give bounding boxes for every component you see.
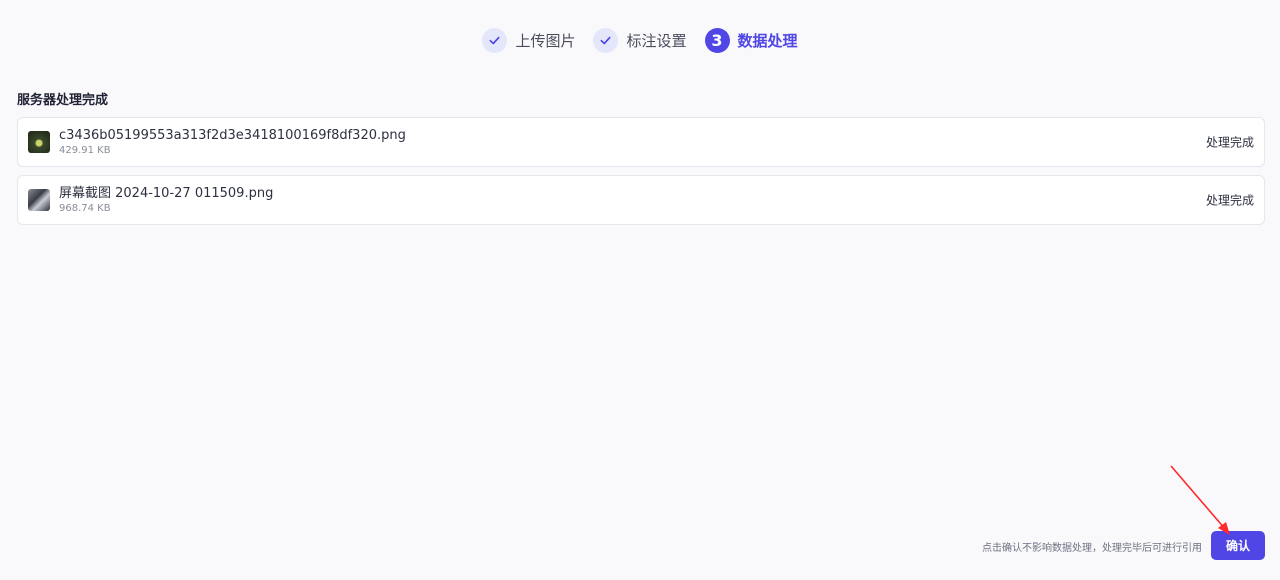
file-name: 屏幕截图 2024-10-27 011509.png [59, 185, 274, 201]
annotation-arrow-icon [1170, 465, 1230, 535]
section-title: 服务器处理完成 [17, 93, 109, 108]
file-item[interactable]: 屏幕截图 2024-10-27 011509.png 968.74 KB 处理完… [17, 175, 1265, 225]
image-thumbnail [28, 189, 50, 211]
file-status: 处理完成 [1205, 193, 1254, 208]
upload-wizard-page: 上传图片 标注设置 3 数据处理 服务器处理完成 c3436b05199553a… [0, 0, 1280, 580]
file-item[interactable]: c3436b05199553a313f2d3e3418100169f8df320… [17, 117, 1265, 167]
file-list: c3436b05199553a313f2d3e3418100169f8df320… [17, 117, 1265, 233]
check-icon [482, 28, 508, 53]
step-label: 数据处理 [737, 32, 798, 50]
step-annotation-settings[interactable]: 标注设置 [593, 28, 687, 53]
image-thumbnail [28, 131, 50, 153]
wizard-stepper: 上传图片 标注设置 3 数据处理 [0, 28, 1280, 53]
footer-hint: 点击确认不影响数据处理，处理完毕后可进行引用 [982, 543, 1202, 554]
step-label: 上传图片 [515, 32, 576, 50]
step-upload-images[interactable]: 上传图片 [482, 28, 575, 53]
step-number: 3 [704, 28, 730, 53]
check-icon [593, 28, 619, 53]
file-name: c3436b05199553a313f2d3e3418100169f8df320… [59, 127, 406, 143]
file-status: 处理完成 [1205, 135, 1254, 150]
confirm-button[interactable]: 确认 [1211, 531, 1265, 560]
step-label: 标注设置 [626, 32, 687, 50]
file-size: 968.74 KB [59, 202, 111, 214]
step-data-processing[interactable]: 3 数据处理 [704, 28, 798, 53]
file-size: 429.91 KB [59, 144, 111, 156]
